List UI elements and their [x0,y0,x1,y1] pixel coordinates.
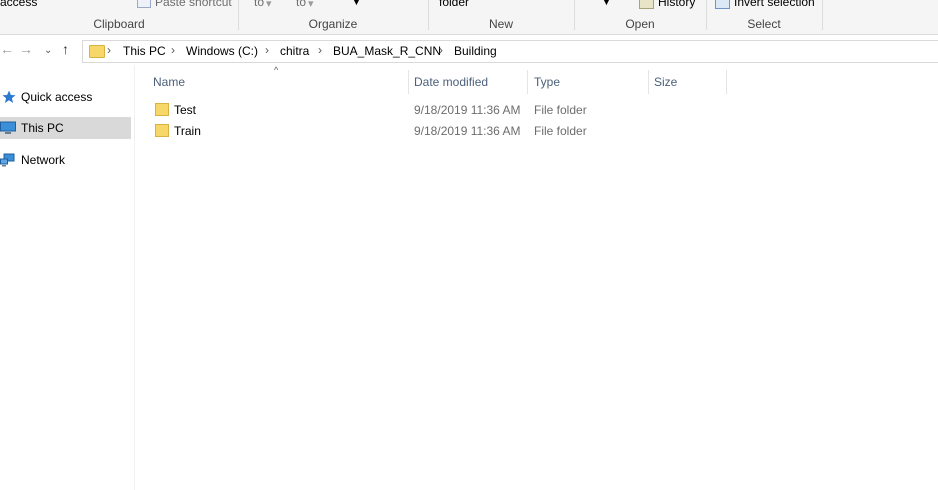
table-row[interactable]: Test 9/18/2019 11:36 AM File folder [146,100,726,120]
file-name[interactable]: Train [174,124,201,138]
breadcrumb-windows-c[interactable]: Windows (C:) [186,44,258,58]
chevron-down-icon: ▾ [308,0,314,10]
new-folder-button[interactable]: folder [439,0,469,9]
sidebar-item-network[interactable]: Network [0,149,131,171]
group-label-open: Open [625,17,655,31]
group-label-clipboard: Clipboard [93,17,145,31]
chevron-right-icon[interactable]: › [318,43,322,57]
forward-arrow-icon[interactable]: → [19,41,33,57]
breadcrumb-this-pc[interactable]: This PC [123,44,166,58]
sidebar-item-label: Network [21,153,66,167]
group-label-select: Select [747,17,781,31]
table-row[interactable]: Train 9/18/2019 11:36 AM File folder [146,121,726,141]
sidebar-item-this-pc[interactable]: This PC [0,117,131,139]
back-arrow-icon[interactable]: ← [0,41,14,57]
chevron-down-icon: ▾ [266,0,272,10]
column-header-size[interactable]: Size [654,75,677,89]
network-icon [0,153,15,167]
sidebar-item-label: This PC [21,121,64,135]
computer-icon [0,121,16,134]
group-label-new: New [488,17,513,31]
paste-shortcut-button[interactable]: Paste shortcut [155,0,232,9]
copy-to-button[interactable]: to [296,0,306,9]
history-button[interactable]: History [658,0,695,9]
ribbon: access Paste shortcut Clipboard to ▾ to … [0,0,938,35]
move-to-button[interactable]: to [254,0,264,9]
file-list: ^ Name Date modified Type Size Test 9/18… [146,65,938,490]
column-divider[interactable] [527,70,528,94]
invert-selection-icon [715,0,730,9]
up-arrow-icon[interactable]: ↑ [62,41,69,57]
file-type: File folder [534,103,587,117]
file-date-modified: 9/18/2019 11:36 AM [414,103,521,117]
file-type: File folder [534,124,587,138]
star-icon [2,90,16,103]
breadcrumb-chitra[interactable]: chitra [280,44,309,58]
column-divider[interactable] [408,70,409,94]
group-label-organize: Organize [308,17,358,31]
folder-icon [89,45,105,58]
quick-access-fragment[interactable]: access [0,0,37,9]
folder-icon [155,103,169,116]
file-name[interactable]: Test [174,103,196,117]
file-date-modified: 9/18/2019 11:36 AM [414,124,521,138]
chevron-down-icon[interactable]: ▼ [602,0,611,7]
sidebar-item-label: Quick access [21,90,93,104]
navigation-pane: Quick access This PC Network [0,65,135,490]
address-bar[interactable]: › This PC › Windows (C:) › chitra › BUA_… [82,40,938,63]
chevron-right-icon[interactable]: › [171,43,175,57]
sort-ascending-icon: ^ [274,65,279,75]
group-divider [822,0,823,30]
column-divider[interactable] [726,70,727,94]
history-icon [639,0,654,9]
chevron-right-icon[interactable]: › [107,43,111,57]
column-divider[interactable] [648,70,649,94]
invert-selection-button[interactable]: Invert selection [734,0,815,9]
chevron-right-icon[interactable]: › [439,43,443,57]
paste-shortcut-icon [137,0,151,8]
recent-locations-chevron-icon[interactable]: ⌄ [44,43,52,59]
column-header-date-modified[interactable]: Date modified [414,75,488,89]
address-row: ← → ⌄ ↑ › This PC › Windows (C:) › chitr… [0,35,938,65]
breadcrumb-building[interactable]: Building [454,44,497,58]
breadcrumb-bua-mask-r-cnn[interactable]: BUA_Mask_R_CNN [333,44,441,58]
chevron-down-icon[interactable]: ▼ [352,0,361,7]
folder-icon [155,124,169,137]
sidebar-item-quick-access[interactable]: Quick access [0,86,131,108]
chevron-right-icon[interactable]: › [265,43,269,57]
column-header-name[interactable]: Name [153,75,185,89]
column-header-type[interactable]: Type [534,75,560,89]
